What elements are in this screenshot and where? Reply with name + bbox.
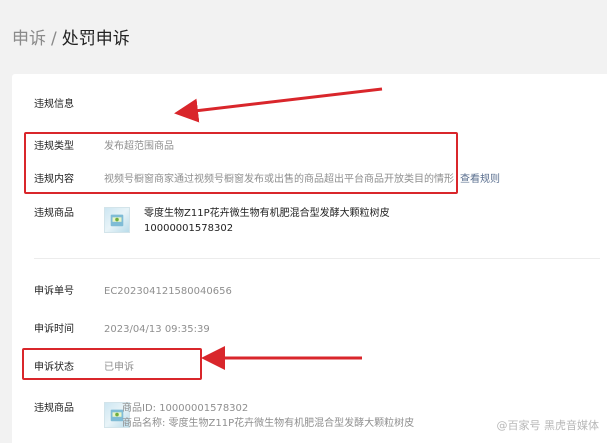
- breadcrumb-current: 处罚申诉: [61, 29, 130, 49]
- appeal-product-label: 违规商品: [34, 403, 74, 414]
- violation-product-title[interactable]: 零度生物Z11P花卉微生物有机肥混合型发酵大颗粒树皮: [144, 207, 390, 221]
- appeal-number-value: EC2023041215800406​56: [104, 286, 232, 297]
- appeal-product-name-line: 商品名称: 零度生物Z11P花卉微生物有机肥混合型发酵大颗粒树皮: [122, 418, 415, 429]
- violation-product-row: 违规商品 零度生物Z11P花卉微生物有机肥混合型发酵大颗粒树皮 10000001…: [34, 207, 594, 241]
- breadcrumb: 申诉 / 处罚申诉: [12, 28, 130, 50]
- appeal-detail-card: 违规信息 违规类型 发布超范围商品 违规内容 视频号橱窗商家通过视频号橱窗发布或…: [12, 74, 607, 443]
- appeal-number-label: 申诉单号: [34, 286, 74, 297]
- breadcrumb-separator: /: [51, 29, 57, 49]
- violation-content-text: 视频号橱窗商家通过视频号橱窗发布或出售的商品超出平台商品开放类目的情形: [104, 174, 454, 185]
- appeal-status-label: 申诉状态: [34, 362, 74, 373]
- appeal-product-id-line: 商品ID: 10000001578302: [122, 403, 249, 414]
- section-divider: [34, 258, 600, 259]
- violation-product-id: 10000001578302: [144, 223, 234, 234]
- violation-info-heading: 违规信息: [34, 99, 74, 110]
- watermark-text: @百家号 黑虎音媒体: [496, 419, 600, 432]
- appeal-time-label: 申诉时间: [34, 324, 74, 335]
- page-header: 申诉 / 处罚申诉: [0, 0, 607, 74]
- violation-content-label: 违规内容: [34, 174, 74, 185]
- violation-type-label: 违规类型: [34, 141, 74, 152]
- violation-content-value: 视频号橱窗商家通过视频号橱窗发布或出售的商品超出平台商品开放类目的情形 查看规则: [104, 173, 500, 187]
- product-thumbnail[interactable]: [104, 207, 130, 233]
- product-image-icon: [110, 214, 124, 227]
- violation-type-value: 发布超范围商品: [104, 141, 174, 152]
- view-rules-link[interactable]: 查看规则: [460, 174, 500, 185]
- appeal-status-value: 已申诉: [104, 362, 134, 373]
- breadcrumb-parent[interactable]: 申诉: [12, 29, 46, 49]
- appeal-time-value: 2023/04/13 09:35:39: [104, 324, 210, 335]
- violation-product-label: 违规商品: [34, 208, 74, 219]
